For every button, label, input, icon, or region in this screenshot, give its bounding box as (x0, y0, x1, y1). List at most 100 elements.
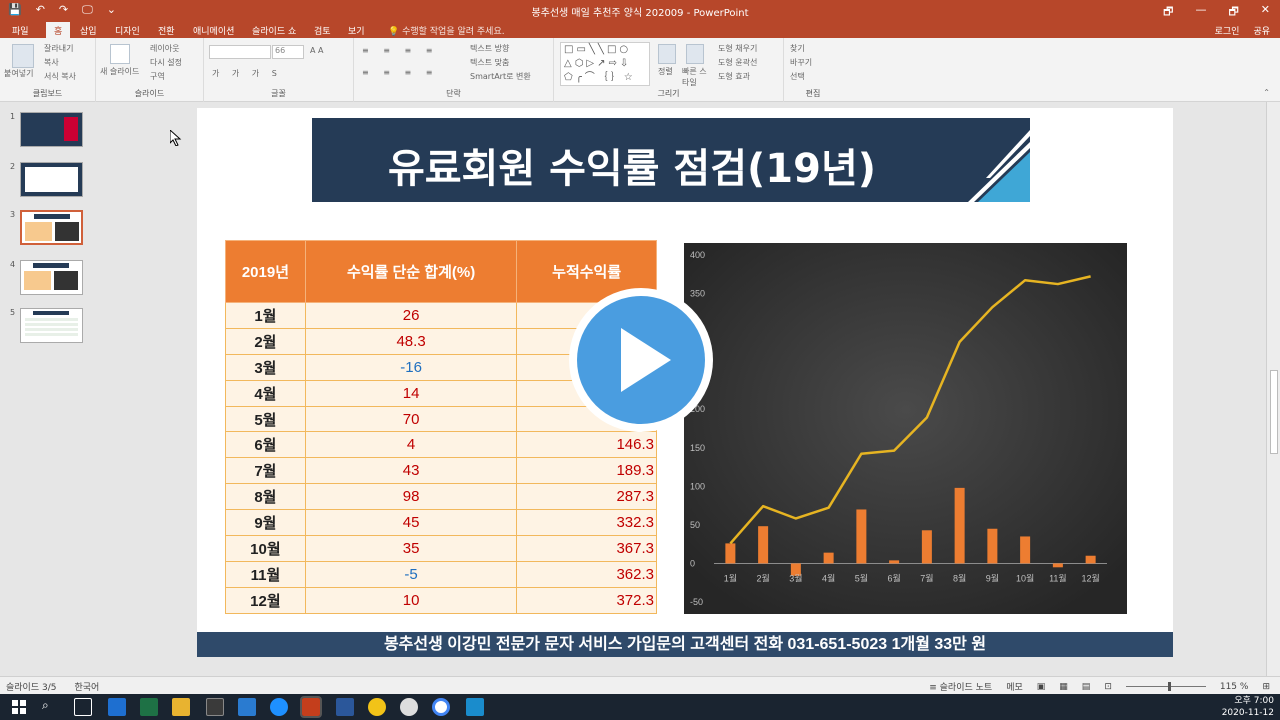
word-icon[interactable] (336, 698, 354, 716)
shape-outline-button[interactable]: 도형 윤곽선 (718, 57, 757, 68)
scrollbar-thumb[interactable] (1270, 370, 1278, 454)
tell-me-box[interactable]: 💡 수행할 작업을 알려 주세요. (388, 24, 505, 37)
tab-insert[interactable]: 삽입 (80, 24, 97, 37)
taskbar-clock[interactable]: 오후 7:00 2020-11-12 (1222, 695, 1274, 719)
find-button[interactable]: 찾기 (790, 43, 805, 54)
quick-styles-button[interactable]: 빠른 스타일 (682, 66, 712, 88)
login-link[interactable]: 로그인 (1215, 24, 1240, 37)
close-icon[interactable]: ✕ (1261, 3, 1270, 22)
tab-view[interactable]: 보기 (348, 24, 365, 37)
chart-svg: 400350300250200150100500-501월2월3월4월5월6월7… (684, 243, 1127, 614)
zoom-slider[interactable] (1125, 682, 1206, 691)
slide-thumbnail-3[interactable] (20, 210, 83, 245)
excel-icon[interactable] (140, 698, 158, 716)
mail-icon[interactable] (238, 698, 256, 716)
app-icon[interactable] (400, 698, 418, 716)
paste-label[interactable]: 붙여넣기 (4, 68, 33, 79)
zoom-thumb[interactable] (1167, 682, 1171, 691)
paste-icon[interactable] (12, 44, 34, 68)
reading-view-icon[interactable]: ▤ (1082, 682, 1091, 692)
slide-thumbnail-5[interactable] (20, 308, 83, 343)
return-cell: 4 (304, 431, 518, 459)
share-button[interactable]: 공유 (1253, 24, 1270, 37)
ie-icon[interactable] (270, 698, 288, 716)
tab-review[interactable]: 검토 (314, 24, 331, 37)
return-cell: 14 (304, 379, 518, 407)
table-row: 12월 10 372.3 (225, 586, 657, 614)
task-view-icon[interactable] (74, 698, 92, 716)
y-tick-label: -50 (690, 597, 703, 607)
font-format-icons[interactable]: 가 가 가 S (212, 68, 282, 79)
tab-animations[interactable]: 애니메이션 (193, 24, 234, 37)
cumulative-cell: 189.3 (516, 457, 657, 485)
text-direction-button[interactable]: 텍스트 방향 (470, 43, 509, 54)
slide-thumbnail-4[interactable] (20, 260, 83, 295)
tab-slideshow[interactable]: 슬라이드 쇼 (252, 24, 296, 37)
remote-icon[interactable] (466, 698, 484, 716)
arrange-icon[interactable] (658, 44, 676, 64)
font-name-box[interactable] (209, 45, 271, 59)
x-tick-label: 10월 (1016, 572, 1034, 583)
search-icon[interactable]: ⌕ (42, 698, 60, 716)
chrome-icon[interactable] (432, 698, 450, 716)
cut-button[interactable]: 잘라내기 (44, 43, 73, 54)
ribbon-display-icon[interactable]: 🗗 (1163, 3, 1173, 22)
kakaotalk-icon[interactable] (368, 698, 386, 716)
notes-button[interactable]: ≡ 슬라이드 노트 (929, 680, 992, 693)
slide-thumbnail-1[interactable] (20, 112, 83, 147)
font-size-box[interactable]: 66 (272, 45, 304, 59)
powerpoint-icon[interactable] (300, 696, 322, 718)
list-icons[interactable]: ≡ ≡ ≡ ≡ (362, 46, 438, 55)
minimize-icon[interactable]: — (1195, 3, 1206, 22)
smartart-button[interactable]: SmartArt로 변환 (470, 71, 531, 82)
file-explorer-icon[interactable] (172, 698, 190, 716)
tab-file[interactable]: 파일 (12, 24, 29, 37)
play-button[interactable] (566, 286, 716, 436)
x-tick-label: 8월 (953, 572, 966, 583)
reset-button[interactable]: 다시 설정 (150, 57, 182, 68)
normal-view-icon[interactable]: ▣ (1037, 682, 1046, 692)
font-grow-icon[interactable]: A A (310, 46, 324, 55)
font-group: 66 A A 가 가 가 S 글꼴 (204, 38, 354, 102)
restore-icon[interactable]: 🗗 (1228, 3, 1238, 22)
sorter-view-icon[interactable]: ▦ (1059, 682, 1068, 692)
tab-transitions[interactable]: 전환 (158, 24, 175, 37)
vertical-scrollbar[interactable] (1266, 102, 1280, 676)
y-tick-label: 400 (690, 250, 705, 260)
fit-slide-icon[interactable]: ⊞ (1262, 682, 1270, 692)
return-cell: 35 (304, 535, 518, 562)
thumb-number: 5 (10, 308, 16, 317)
slideshow-view-icon[interactable]: ⊡ (1104, 682, 1112, 692)
new-slide-icon[interactable] (110, 44, 130, 64)
shape-fill-button[interactable]: 도형 채우기 (718, 43, 757, 54)
collapse-ribbon-icon[interactable]: ⌃ (1263, 88, 1270, 97)
language-indicator[interactable]: 한국어 (74, 680, 99, 693)
select-button[interactable]: 선택 (790, 71, 805, 82)
x-tick-label: 7월 (920, 572, 933, 583)
thumb-number: 4 (10, 260, 16, 269)
zoom-level[interactable]: 115 % (1220, 682, 1249, 692)
replace-button[interactable]: 바꾸기 (790, 57, 812, 68)
tab-home[interactable]: 홈 (46, 22, 71, 38)
new-slide-button[interactable]: 새 슬라이드 (100, 66, 139, 77)
copy-button[interactable]: 복사 (44, 57, 59, 68)
windows-start-icon[interactable] (10, 698, 28, 716)
slide-thumbnail-2[interactable] (20, 162, 83, 197)
returns-chart[interactable]: 400350300250200150100500-501월2월3월4월5월6월7… (684, 243, 1127, 614)
section-button[interactable]: 구역 (150, 71, 165, 82)
return-cell: 48.3 (304, 327, 518, 355)
layout-button[interactable]: 레이아웃 (150, 43, 179, 54)
thumb-number: 1 (10, 112, 16, 121)
shape-effects-button[interactable]: 도형 효과 (718, 71, 750, 82)
quick-styles-icon[interactable] (686, 44, 704, 64)
format-painter-button[interactable]: 서식 복사 (44, 71, 76, 82)
align-text-button[interactable]: 텍스트 맞춤 (470, 57, 509, 68)
edge-icon[interactable] (108, 698, 126, 716)
arrange-button[interactable]: 정렬 (658, 66, 673, 77)
tab-design[interactable]: 디자인 (115, 24, 140, 37)
store-icon[interactable] (206, 698, 224, 716)
shapes-gallery[interactable]: □▭╲╲□○ △⬡▷↗⇨⇩ ⬠╭⌒｛｝☆ (560, 42, 650, 86)
comments-button[interactable]: 메모 (1006, 680, 1023, 693)
table-row: 8월 98 287.3 (225, 483, 657, 511)
align-icons[interactable]: ≡ ≡ ≡ ≡ (362, 68, 438, 77)
